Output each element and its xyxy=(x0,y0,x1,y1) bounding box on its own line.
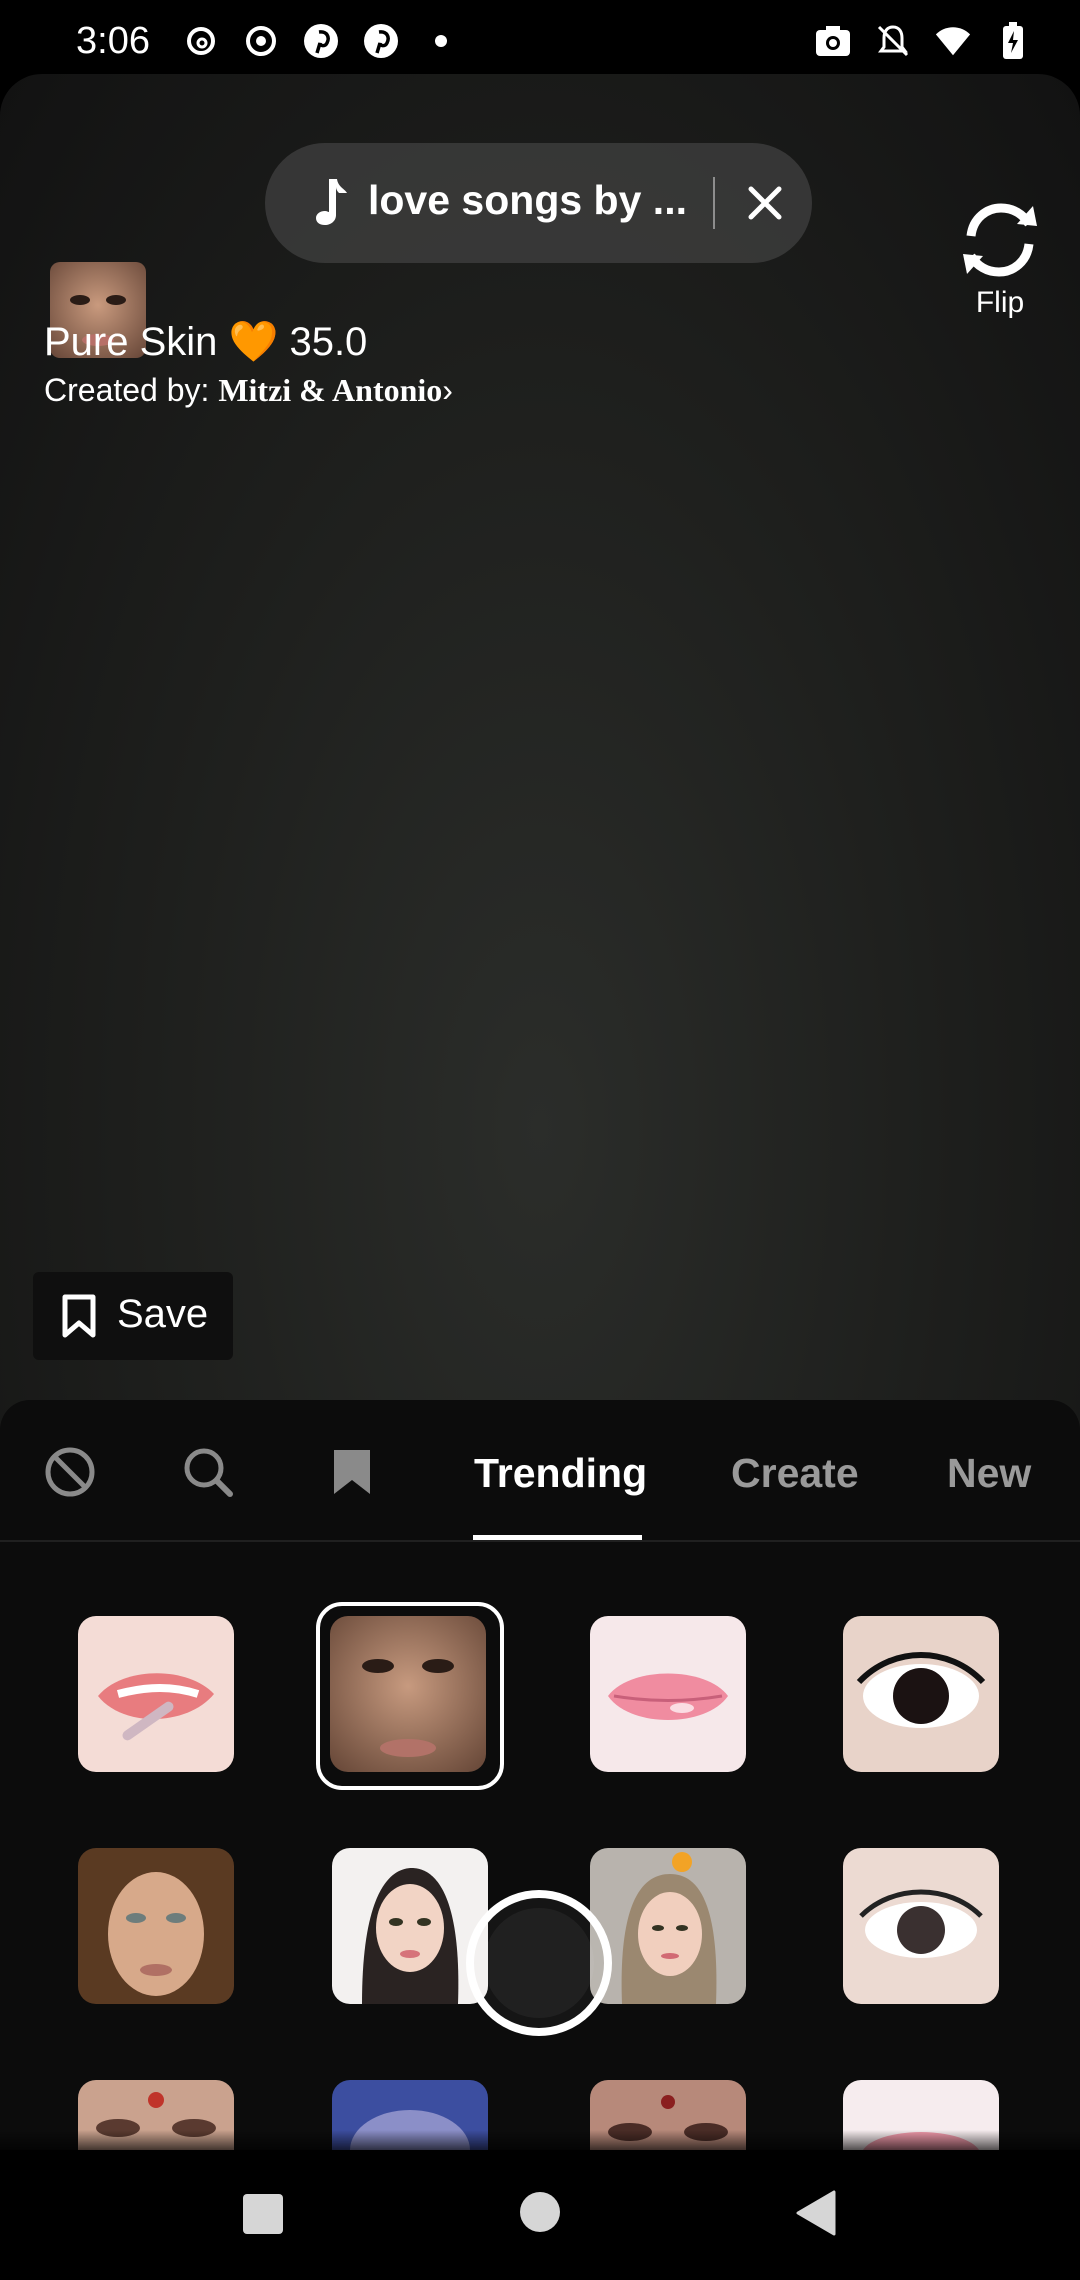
effect-creator-link[interactable]: Created by: Mitzi & Antonio› xyxy=(44,372,453,409)
status-bar: 3:06 xyxy=(0,0,1080,80)
beauty-face-effect[interactable] xyxy=(78,1848,234,2004)
record-icon xyxy=(242,22,280,60)
chevron-right-icon: › xyxy=(442,372,453,408)
status-left-icons xyxy=(182,22,460,60)
creator-prefix: Created by: xyxy=(44,372,219,408)
screenshot-icon xyxy=(814,22,852,60)
tab-new[interactable]: New xyxy=(947,1450,1031,1497)
status-right-icons xyxy=(814,22,1032,60)
tab-trending[interactable]: Trending xyxy=(474,1450,647,1497)
flip-label: Flip xyxy=(975,286,1025,319)
save-label: Save xyxy=(117,1292,209,1336)
flip-button[interactable]: Flip xyxy=(950,200,1050,320)
battery-charging-icon xyxy=(994,22,1032,60)
saved-bookmark-icon[interactable] xyxy=(326,1446,378,1498)
music-divider xyxy=(713,177,715,229)
pinterest-icon xyxy=(362,22,400,60)
eyelash-effect[interactable] xyxy=(843,1616,999,1772)
system-nav-bar xyxy=(0,2150,1080,2280)
active-tab-indicator xyxy=(473,1535,642,1540)
save-button[interactable]: Save xyxy=(33,1272,233,1360)
no-effect-icon[interactable] xyxy=(44,1446,96,1498)
wifi-icon xyxy=(934,22,972,60)
home-icon[interactable] xyxy=(520,2192,560,2232)
music-pill[interactable]: love songs by ... xyxy=(265,143,812,263)
flip-camera-icon xyxy=(963,203,1037,277)
lip-gloss-effect[interactable] xyxy=(78,1616,234,1772)
pinterest-icon xyxy=(302,22,340,60)
cute-selfie-effect[interactable] xyxy=(590,1848,746,2004)
effects-tabs: Trending Create New xyxy=(0,1400,1080,1542)
mute-icon xyxy=(874,22,912,60)
threads-icon xyxy=(182,22,220,60)
bookmark-icon xyxy=(62,1294,96,1338)
record-shutter-button[interactable] xyxy=(466,1890,612,2036)
search-icon[interactable] xyxy=(182,1446,234,1498)
close-icon[interactable] xyxy=(743,181,787,225)
creator-names: Mitzi & Antonio xyxy=(218,372,443,408)
portrait-effect[interactable] xyxy=(332,1848,488,2004)
lash-lift-effect[interactable] xyxy=(843,1848,999,2004)
face-smoothing-effect[interactable] xyxy=(330,1616,486,1772)
effect-name: Pure Skin 🧡 35.0 xyxy=(44,320,368,364)
dot-icon xyxy=(422,22,460,60)
status-time: 3:06 xyxy=(76,20,150,62)
music-note-icon xyxy=(316,179,347,225)
pink-lips-effect[interactable] xyxy=(590,1616,746,1772)
back-icon[interactable] xyxy=(796,2190,836,2236)
shutter-inner xyxy=(484,1908,594,2018)
music-title: love songs by ... xyxy=(368,177,687,223)
recents-icon[interactable] xyxy=(243,2194,283,2234)
tab-create[interactable]: Create xyxy=(731,1450,859,1497)
